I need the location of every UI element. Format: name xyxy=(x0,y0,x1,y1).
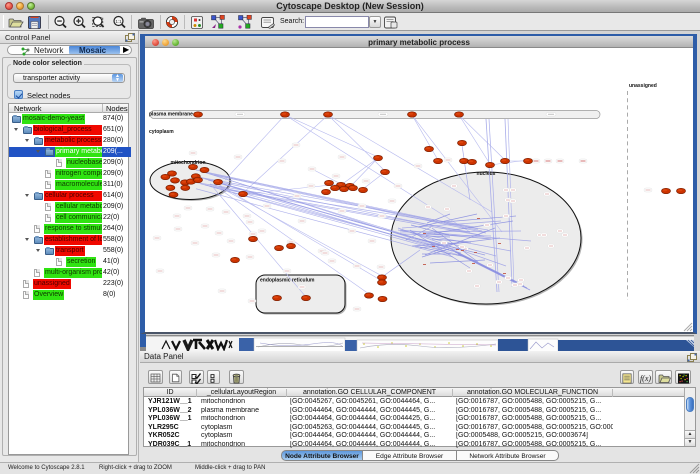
svg-text:endoplasmic reticulum: endoplasmic reticulum xyxy=(260,278,315,284)
svg-text:f(x): f(x) xyxy=(640,374,651,383)
svg-text:mitochondrion: mitochondrion xyxy=(171,160,206,166)
svg-text:plasma membrane: plasma membrane xyxy=(149,112,193,118)
svg-text:1:1: 1:1 xyxy=(115,19,122,24)
svg-text:nucleus: nucleus xyxy=(477,171,496,177)
svg-text:unassigned: unassigned xyxy=(629,83,657,89)
svg-text:cytoplasm: cytoplasm xyxy=(149,129,174,135)
